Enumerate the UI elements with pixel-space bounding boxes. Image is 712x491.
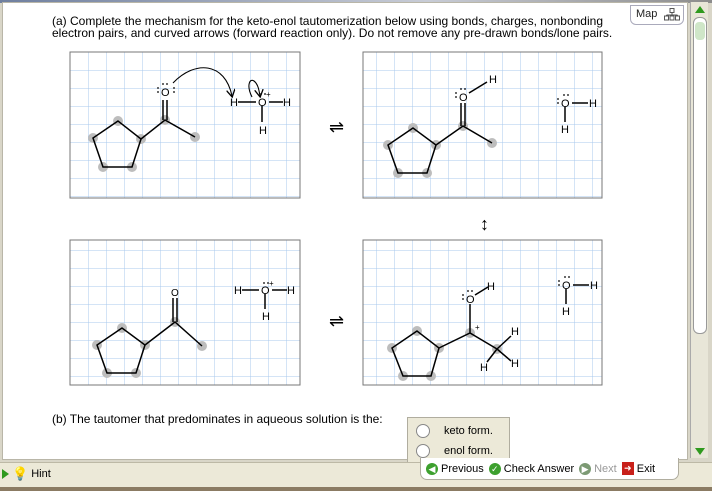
atom-O: O [459,92,468,104]
drawing-panel-3[interactable]: O O + H H H [69,239,301,386]
resonance-arrow: ↕ [480,214,489,234]
checkmark-icon: ✓ [488,462,501,475]
atom-H: H [262,311,270,323]
atom-H: H [287,285,295,297]
next-button[interactable]: ▶ Next [579,462,617,475]
atom-O: O [466,294,475,306]
radio-button[interactable] [416,424,430,438]
equilibrium-arrow: ⇌ [329,117,344,137]
exit-door-icon: ➜ [621,462,634,475]
back-arrow-icon: ◀ [426,462,438,475]
atom-O: O [161,87,170,99]
exit-button[interactable]: ➜ Exit [621,462,656,475]
atom-H: H [234,285,242,297]
atom-H: H [259,125,267,137]
atom-H: H [589,98,597,110]
atom-H: H [489,74,497,86]
atom-H: H [590,280,598,292]
check-answer-label: Check Answer [503,462,575,475]
hint-label: Hint [31,468,51,480]
charge-plus: + [266,90,271,99]
choice-enol[interactable]: enol form. [416,444,493,458]
charge-plus: + [475,323,480,332]
answer-choices: keto form. enol form. [407,417,510,463]
previous-button[interactable]: ◀ Previous [426,462,484,475]
choice-label: keto form. [444,425,493,437]
choice-keto[interactable]: keto form. [416,424,493,438]
atom-O: O [171,288,179,299]
lightbulb-icon: 💡 [12,466,29,481]
drawing-panel-4[interactable]: O H + H H H O H H [362,239,603,386]
atom-H: H [480,362,488,374]
atom-H: H [283,97,291,109]
question-part-b: (b) The tautomer that predominates in aq… [52,412,383,426]
expand-arrow-icon [2,469,9,479]
check-answer-button[interactable]: ✓ Check Answer [488,462,575,475]
hint-button[interactable]: 💡 Hint [2,466,51,482]
choice-label: enol form. [444,445,493,457]
window: (a) Complete the mechanism for the keto-… [0,0,712,487]
atom-H: H [487,281,495,293]
drawing-panel-1[interactable]: O O + H H H [69,51,301,199]
equilibrium-arrow: ⇌ [329,311,344,331]
atom-H: H [511,326,519,338]
atom-H: H [511,358,519,370]
atom-H: H [562,306,570,318]
forward-arrow-icon: ▶ [579,462,592,475]
radio-button[interactable] [416,444,430,458]
previous-label: Previous [441,462,484,475]
drawing-panel-2[interactable]: O H O H H [362,51,603,199]
navigation-bar: ◀ Previous ✓ Check Answer ▶ Next ➜ Exit [420,458,679,480]
atom-H: H [230,97,238,109]
next-label: Next [594,462,617,475]
exit-label: Exit [636,462,656,475]
charge-plus: + [269,279,274,288]
atom-H: H [561,124,569,136]
